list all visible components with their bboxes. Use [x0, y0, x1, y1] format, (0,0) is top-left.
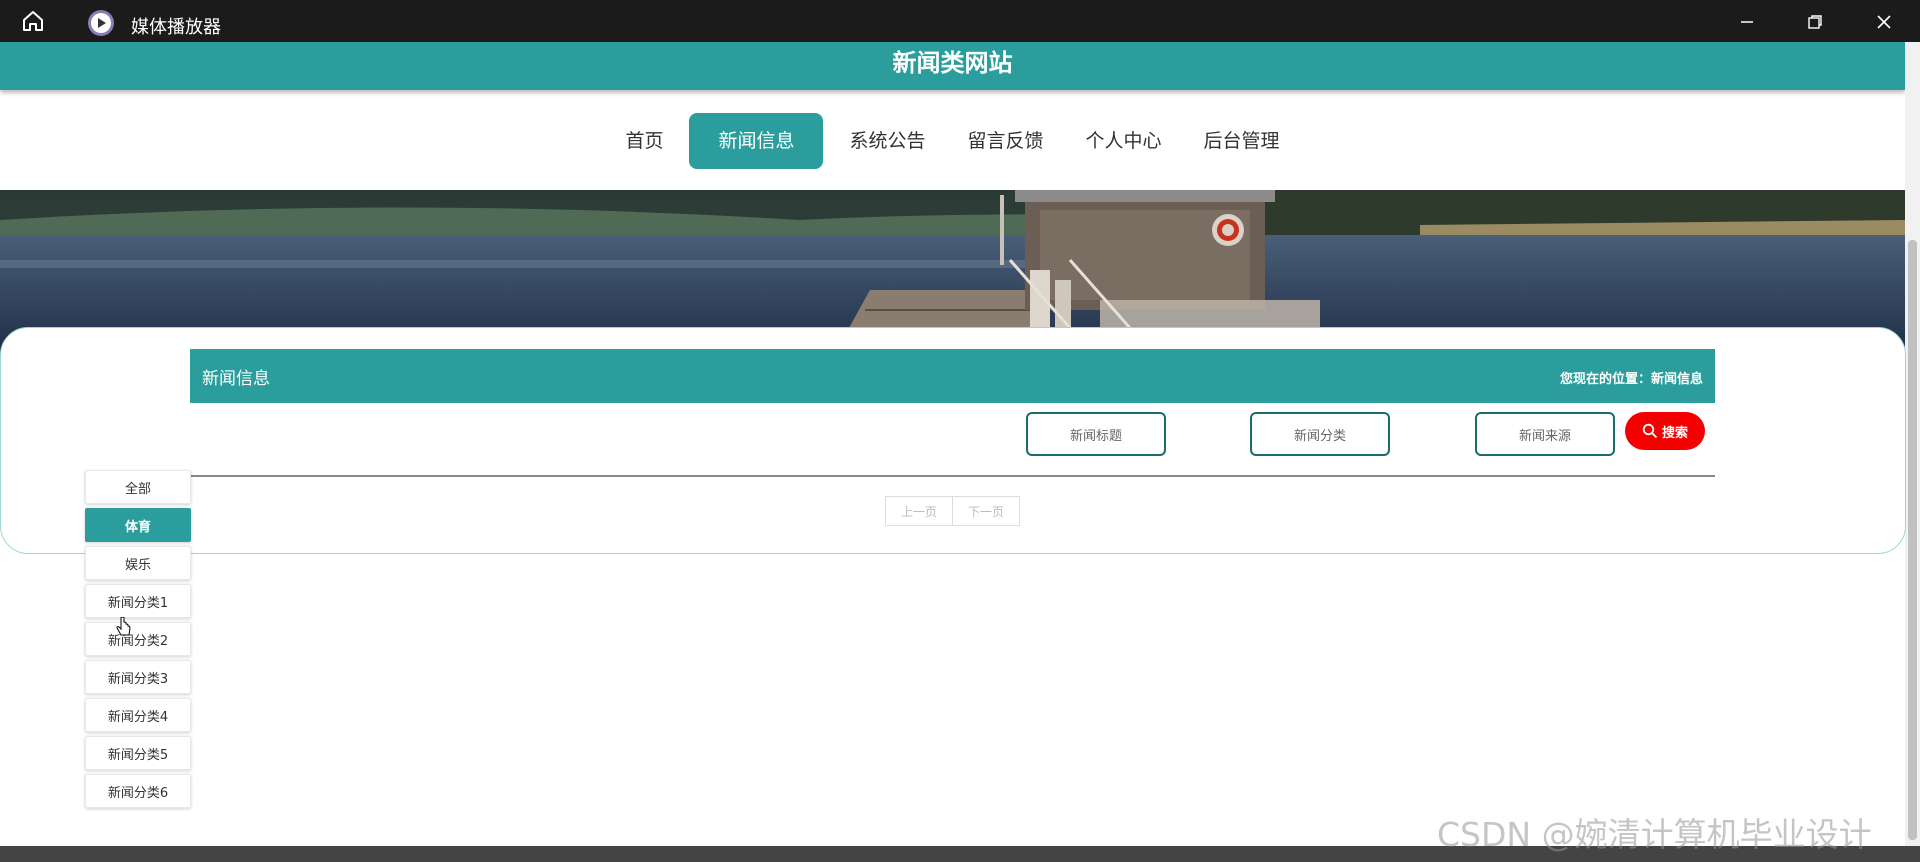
category-sports[interactable]: 体育	[85, 508, 191, 542]
news-source-input[interactable]: 新闻来源	[1475, 412, 1615, 456]
category-news-5[interactable]: 新闻分类5	[85, 736, 191, 770]
category-news-1[interactable]: 新闻分类1	[85, 584, 191, 618]
news-category-input[interactable]: 新闻分类	[1250, 412, 1390, 456]
search-icon	[1642, 423, 1658, 439]
nav-feedback[interactable]: 留言反馈	[952, 113, 1060, 169]
media-player-icon	[88, 10, 114, 36]
home-icon[interactable]	[21, 10, 45, 32]
scrollbar-thumb[interactable]	[1908, 240, 1917, 840]
nav-profile[interactable]: 个人中心	[1070, 113, 1178, 169]
category-entertainment[interactable]: 娱乐	[85, 546, 191, 580]
close-icon[interactable]	[1870, 8, 1898, 36]
page-scrollbar[interactable]	[1905, 42, 1920, 846]
main-nav: 首页 新闻信息 系统公告 留言反馈 个人中心 后台管理	[0, 113, 1905, 169]
category-news-2[interactable]: 新闻分类2	[85, 622, 191, 656]
section-header: 新闻信息 您现在的位置：新闻信息	[190, 349, 1715, 403]
next-page-button[interactable]: 下一页	[952, 496, 1020, 526]
divider	[190, 475, 1715, 477]
category-news-6[interactable]: 新闻分类6	[85, 774, 191, 808]
window-title: 媒体播放器	[131, 17, 221, 38]
nav-news[interactable]: 新闻信息	[689, 113, 824, 169]
prev-page-button[interactable]: 上一页	[885, 496, 953, 526]
search-button-label: 搜索	[1661, 425, 1688, 441]
category-list: 全部 体育 娱乐 新闻分类1 新闻分类2 新闻分类3 新闻分类4 新闻分类5 新…	[85, 470, 191, 812]
category-all[interactable]: 全部	[85, 470, 191, 504]
nav-announcements[interactable]: 系统公告	[833, 113, 941, 169]
category-news-4[interactable]: 新闻分类4	[85, 698, 191, 732]
nav-home[interactable]: 首页	[609, 113, 679, 169]
category-news-3[interactable]: 新闻分类3	[85, 660, 191, 694]
site-header: 新闻类网站	[0, 42, 1905, 90]
window-titlebar: 媒体播放器	[0, 0, 1920, 42]
watermark: CSDN @婉清计算机毕业设计	[1437, 815, 1872, 854]
news-title-input[interactable]: 新闻标题	[1026, 412, 1166, 456]
site-title: 新闻类网站	[892, 49, 1013, 77]
search-button[interactable]: 搜索	[1625, 412, 1705, 450]
minimize-icon[interactable]	[1733, 8, 1761, 36]
hand-cursor-icon	[116, 616, 132, 643]
restore-icon[interactable]	[1801, 8, 1829, 36]
nav-admin[interactable]: 后台管理	[1188, 113, 1296, 169]
breadcrumb: 您现在的位置：新闻信息	[1559, 372, 1703, 387]
section-title: 新闻信息	[202, 369, 270, 389]
